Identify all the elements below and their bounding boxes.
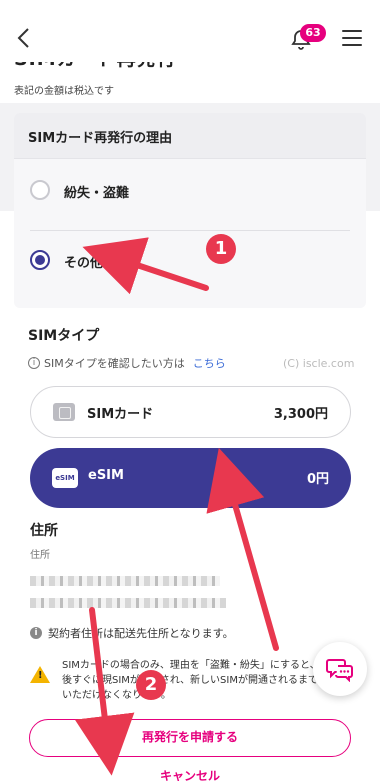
sim-type-info-link[interactable]: こちら — [193, 355, 226, 371]
radio-other[interactable] — [30, 250, 50, 270]
address-note-text: 契約者住所は配送先住所となります。 — [48, 627, 234, 640]
apply-reissue-button[interactable]: 再発行を申請する — [29, 719, 351, 757]
app-header: 63 — [0, 0, 380, 62]
cancel-link[interactable]: キャンセル — [0, 767, 380, 781]
divider — [14, 158, 366, 159]
back-chevron-icon[interactable] — [14, 26, 34, 50]
address-title: 住所 — [30, 523, 58, 539]
sim-card-icon — [53, 403, 75, 421]
esim-name: eSIM — [88, 468, 124, 483]
option-label-other[interactable]: その他 — [64, 252, 103, 271]
esim-option[interactable]: eSIM eSIM 0円 — [30, 448, 351, 508]
address-sub-label: 住所 — [30, 550, 50, 561]
hamburger-menu-icon[interactable] — [342, 30, 362, 48]
sim-type-title: SIMタイプ — [28, 328, 100, 344]
divider — [30, 230, 350, 231]
address-line-redacted — [30, 598, 226, 608]
chat-support-button[interactable] — [313, 642, 367, 696]
info-icon: i — [28, 357, 40, 369]
address-note: i 契約者住所は配送先住所となります。 — [30, 625, 234, 641]
sim-type-info: i SIMタイプを確認したい方は こちら — [28, 355, 226, 371]
address-line-redacted — [30, 576, 220, 586]
reason-title: SIMカード再発行の理由 — [28, 131, 173, 146]
info-icon: i — [30, 627, 42, 639]
option-label-lost-stolen[interactable]: 紛失・盗難 — [64, 182, 129, 201]
radio-lost-stolen[interactable] — [30, 180, 50, 200]
sim-card-price: 3,300円 — [273, 407, 328, 422]
sim-card-option[interactable]: SIMカード 3,300円 — [30, 386, 351, 438]
warning-box: ! SIMカードの場合のみ、理由を「盗難・紛失」にすると、手続き後すぐに現SIM… — [24, 650, 364, 708]
esim-price: 0円 — [306, 472, 329, 487]
annotation-arrow-2a — [206, 447, 279, 651]
annotation-step-2: 2 — [136, 670, 166, 700]
tax-note: 表記の金額は税込です — [14, 86, 114, 97]
annotation-step-1: 1 — [206, 234, 236, 264]
warning-text: SIMカードの場合のみ、理由を「盗難・紛失」にすると、手続き後すぐに現SIMが停… — [62, 660, 350, 701]
chat-bubbles-icon — [326, 659, 353, 682]
watermark-credit: (C) iscle.com — [283, 357, 355, 370]
esim-icon: eSIM — [52, 468, 78, 488]
warning-icon: ! — [30, 666, 50, 683]
sim-card-name: SIMカード — [87, 407, 154, 422]
notification-badge: 63 — [300, 24, 326, 42]
sim-type-info-text: SIMタイプを確認したい方は — [44, 357, 185, 370]
